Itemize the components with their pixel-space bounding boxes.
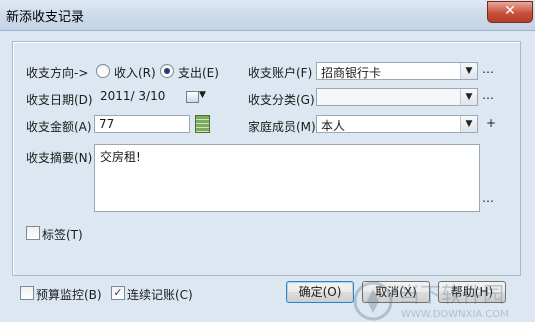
tag-checkbox[interactable]	[26, 226, 40, 240]
expense-radio-label[interactable]: 支出(E)	[178, 64, 219, 81]
ok-button[interactable]: 确定(O)	[286, 281, 354, 303]
continuous-checkbox[interactable]: ✓	[111, 286, 125, 300]
calculator-icon[interactable]	[195, 115, 210, 133]
chevron-down-icon: ▼	[460, 116, 477, 132]
add-member-button[interactable]: +	[486, 116, 497, 130]
dialog-body: 收支方向-> 收入(R) 支出(E) 收支账户(F) 招商银行卡 ▼ … 收支日…	[0, 31, 535, 322]
calendar-icon[interactable]	[186, 91, 199, 103]
watermark-text-en: WWW.DOWNXIA.COM	[401, 309, 509, 320]
chevron-down-icon: ▼	[460, 63, 477, 79]
amount-input[interactable]: 77	[94, 115, 190, 133]
income-radio[interactable]	[96, 64, 110, 78]
member-value: 本人	[321, 119, 346, 133]
date-value: 2011/ 3/10	[100, 89, 166, 103]
account-label: 收支账户(F)	[248, 66, 313, 80]
summary-value: 交房租!	[100, 150, 141, 164]
expense-radio[interactable]	[160, 64, 174, 78]
continuous-label[interactable]: 连续记账(C)	[127, 286, 193, 303]
close-icon: ✕	[504, 3, 516, 19]
summary-textarea[interactable]: 交房租!	[94, 144, 480, 212]
category-select[interactable]: ▼	[316, 88, 478, 106]
window-title: 新添收支记录	[6, 10, 85, 25]
budget-label[interactable]: 预算监控(B)	[36, 286, 102, 303]
date-label: 收支日期(D)	[26, 93, 93, 107]
summary-label: 收支摘要(N)	[26, 151, 93, 165]
member-label: 家庭成员(M)	[248, 120, 316, 134]
watermark-text-cn: 当下软件园	[399, 283, 504, 307]
member-select[interactable]: 本人 ▼	[316, 115, 478, 133]
summary-more-button[interactable]: …	[482, 191, 495, 205]
chevron-down-icon: ▼	[460, 89, 477, 105]
watermark-logo: 当下软件园 WWW.DOWNXIA.COM	[353, 277, 521, 331]
amount-value: 77	[99, 117, 115, 131]
account-more-button[interactable]: …	[482, 62, 495, 76]
budget-checkbox[interactable]	[20, 286, 34, 300]
tag-label[interactable]: 标签(T)	[42, 226, 83, 243]
account-select[interactable]: 招商银行卡 ▼	[316, 62, 478, 80]
income-radio-label[interactable]: 收入(R)	[114, 64, 156, 81]
amount-label: 收支金额(A)	[26, 120, 92, 134]
title-bar: 新添收支记录 ✕	[0, 0, 535, 31]
date-dropdown-arrow[interactable]: ▼	[199, 90, 206, 100]
account-value: 招商银行卡	[321, 66, 382, 80]
close-button[interactable]: ✕	[487, 1, 533, 23]
category-label: 收支分类(G)	[248, 93, 315, 107]
watermark-icon	[353, 281, 393, 321]
direction-label: 收支方向->	[26, 66, 89, 80]
category-more-button[interactable]: …	[482, 88, 495, 102]
